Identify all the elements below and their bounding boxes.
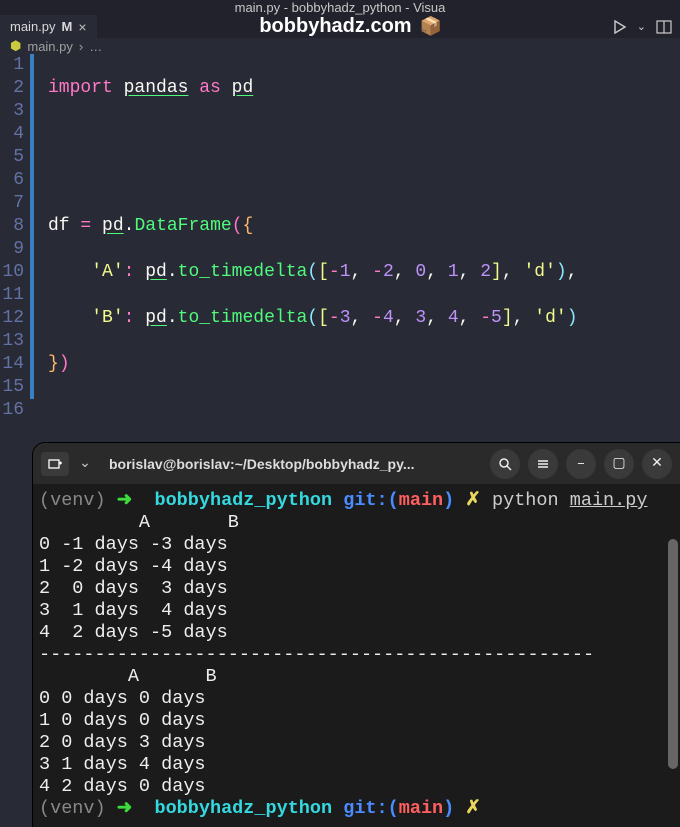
- new-tab-button[interactable]: [41, 452, 69, 476]
- maximize-button[interactable]: ▢: [604, 449, 634, 479]
- breadcrumb-ellipsis: …: [89, 39, 102, 54]
- terminal-title: borislav@borislav:~/Desktop/bobbyhadz_py…: [103, 456, 482, 472]
- terminal-output-row: A B: [39, 512, 239, 533]
- brand-area: bobbyhadz.com 📦: [97, 15, 605, 38]
- terminal-output-row: 3 1 days 4 days: [39, 600, 228, 621]
- brand-text: bobbyhadz.com: [259, 15, 411, 38]
- breadcrumb-sep: ›: [79, 39, 83, 54]
- terminal-output-row: 0 -1 days -3 days: [39, 534, 228, 555]
- editor-tab-bar: main.py M × bobbyhadz.com 📦 ⌄: [0, 15, 680, 38]
- line-number-gutter: 1234 5678 9101112 13141516: [0, 54, 30, 827]
- window-title: main.py - bobbyhadz_python - Visua: [235, 0, 446, 15]
- terminal-titlebar: ⌄ borislav@borislav:~/Desktop/bobbyhadz_…: [33, 443, 680, 484]
- search-icon[interactable]: [490, 449, 520, 479]
- terminal-body[interactable]: (venv) ➜ bobbyhadz_python git:(main) ✗ p…: [33, 484, 680, 822]
- terminal-output-row: ----------------------------------------…: [39, 644, 594, 665]
- window-titlebar: main.py - bobbyhadz_python - Visua: [0, 0, 680, 15]
- terminal-output-row: 1 0 days 0 days: [39, 710, 206, 731]
- terminal-output-row: 1 -2 days -4 days: [39, 556, 228, 577]
- tab-main-py[interactable]: main.py M ×: [0, 15, 97, 38]
- chevron-down-icon[interactable]: ⌄: [637, 20, 646, 34]
- chevron-down-icon[interactable]: ⌄: [75, 452, 95, 476]
- close-icon[interactable]: ×: [78, 20, 86, 34]
- run-icon[interactable]: [613, 20, 627, 34]
- tab-modified-indicator: M: [62, 19, 73, 34]
- breadcrumb-file: main.py: [27, 39, 73, 54]
- menu-icon[interactable]: [528, 449, 558, 479]
- terminal-output-row: 0 0 days 0 days: [39, 688, 206, 709]
- close-button[interactable]: ✕: [642, 449, 672, 479]
- box-icon: 📦: [420, 16, 442, 38]
- minimize-button[interactable]: –: [566, 449, 596, 479]
- terminal-output-row: 4 2 days 0 days: [39, 776, 206, 797]
- terminal-output-row: A B: [39, 666, 217, 687]
- tab-label: main.py: [10, 19, 56, 34]
- terminal-scrollbar[interactable]: [668, 487, 678, 825]
- breadcrumb[interactable]: ⬢ main.py › …: [0, 38, 680, 54]
- settings-split-icon[interactable]: [656, 19, 672, 35]
- terminal-output-row: 2 0 days 3 days: [39, 578, 228, 599]
- terminal-window: ⌄ borislav@borislav:~/Desktop/bobbyhadz_…: [33, 443, 680, 827]
- terminal-output-row: 4 2 days -5 days: [39, 622, 228, 643]
- terminal-output-row: 2 0 days 3 days: [39, 732, 206, 753]
- python-file-icon: ⬢: [10, 38, 21, 54]
- scrollbar-thumb[interactable]: [668, 539, 678, 769]
- terminal-output-row: 3 1 days 4 days: [39, 754, 206, 775]
